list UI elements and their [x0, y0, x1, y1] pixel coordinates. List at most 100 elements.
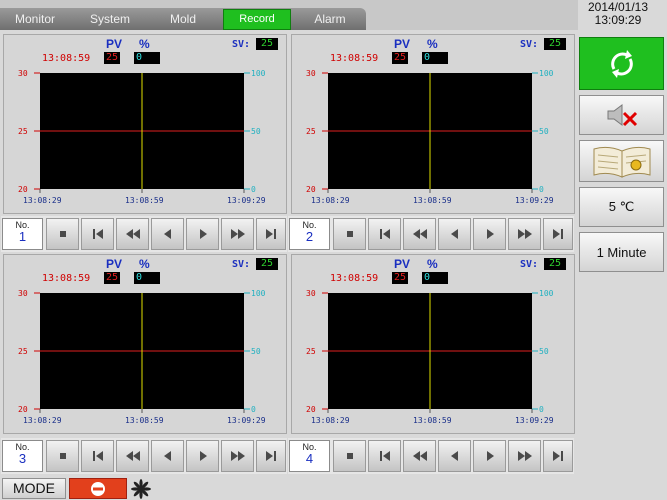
fast-forward-button[interactable]: [221, 218, 254, 250]
left-axis-label: 30: [306, 69, 316, 78]
play-button[interactable]: [186, 218, 219, 250]
fast-rewind-icon: [412, 451, 427, 461]
channel-number-value: 4: [305, 451, 314, 466]
stop-button[interactable]: [46, 218, 79, 250]
skip-start-button[interactable]: [368, 440, 401, 472]
x-axis-label: 13:09:29: [227, 416, 266, 425]
fast-forward-button[interactable]: [221, 440, 254, 472]
mute-button[interactable]: [579, 95, 664, 135]
step-back-button[interactable]: [151, 440, 184, 472]
channel-number-box[interactable]: No. 3: [2, 440, 43, 472]
stop-button[interactable]: [46, 440, 79, 472]
skip-end-icon: [266, 229, 276, 239]
skip-start-button[interactable]: [368, 218, 401, 250]
sv-label: SV:: [232, 259, 251, 270]
cursor-time: 13:08:59: [330, 53, 379, 64]
tab-system[interactable]: System: [80, 8, 140, 30]
play-icon: [199, 451, 207, 461]
record-book-button[interactable]: [579, 140, 664, 182]
pv-header: PV: [106, 257, 123, 271]
sv-value: 25: [256, 258, 278, 270]
pv-value: 25: [392, 52, 408, 64]
pv-header: PV: [394, 37, 411, 51]
x-axis-label: 13:08:59: [413, 416, 452, 425]
percent-header: %: [427, 37, 438, 51]
tab-monitor[interactable]: Monitor: [4, 8, 66, 30]
stop-button[interactable]: [69, 478, 127, 499]
fast-forward-button[interactable]: [508, 440, 541, 472]
left-axis-label: 30: [18, 69, 28, 78]
sv-value: 25: [256, 38, 278, 50]
skip-start-button[interactable]: [81, 218, 114, 250]
fan-icon: [131, 479, 151, 499]
stop-icon: [59, 453, 66, 459]
percent-header: %: [139, 37, 150, 51]
skip-end-button[interactable]: [543, 440, 573, 472]
pv-value: 25: [104, 272, 120, 284]
skip-start-icon: [92, 451, 103, 461]
temperature-scale-button[interactable]: 5 ℃: [579, 187, 664, 227]
right-axis-label: 100: [539, 69, 554, 78]
cursor-time: 13:08:59: [42, 53, 91, 64]
tab-record[interactable]: Record: [223, 9, 291, 30]
skip-end-icon: [266, 451, 276, 461]
percent-value: 0: [422, 272, 448, 284]
right-axis-label: 100: [539, 289, 554, 298]
channel-number-box[interactable]: No. 2: [289, 218, 330, 250]
trend-panel-3: 30 25 20 100 50 0 13:08:29 13:08:59 13:09:29 PV% S…: [3, 254, 287, 434]
left-axis-label: 20: [18, 405, 28, 414]
trend-panel-2: 30 25 20 100 50 0 13:08:29 13:08:59 13:09:29 PV% S…: [291, 34, 575, 214]
playback-bar-3: No. 3: [1, 438, 287, 474]
x-axis-label: 13:08:29: [311, 196, 350, 205]
step-back-icon: [163, 451, 171, 461]
play-button[interactable]: [186, 440, 219, 472]
pv-header: PV: [106, 37, 123, 51]
channel-number-value: 3: [18, 451, 27, 466]
x-axis-label: 13:08:59: [413, 196, 452, 205]
left-axis-label: 25: [18, 127, 28, 136]
left-axis-label: 25: [306, 127, 316, 136]
tab-mold[interactable]: Mold: [154, 8, 212, 30]
speaker-mute-icon: [607, 104, 637, 127]
trend-panel-1: 30 25 20 100 50 0 13:08:29 13:08:59 13:09:29 PV% S…: [3, 34, 287, 214]
tab-alarm[interactable]: Alarm: [300, 8, 360, 30]
skip-start-icon: [379, 451, 390, 461]
skip-end-button[interactable]: [543, 218, 573, 250]
sv-value: 25: [544, 38, 566, 50]
fast-rewind-button[interactable]: [403, 218, 436, 250]
record-book-icon: [593, 146, 650, 178]
mode-button[interactable]: MODE: [2, 478, 66, 499]
cursor-time: 13:08:59: [330, 273, 379, 284]
right-axis-label: 50: [251, 127, 261, 136]
skip-end-button[interactable]: [256, 218, 286, 250]
skip-start-button[interactable]: [81, 440, 114, 472]
right-axis-label: 0: [539, 185, 544, 194]
temperature-scale-label: 5 ℃: [608, 199, 635, 214]
fast-rewind-button[interactable]: [116, 440, 149, 472]
left-axis-label: 30: [18, 289, 28, 298]
play-button[interactable]: [473, 218, 506, 250]
time-scale-button[interactable]: 1 Minute: [579, 232, 664, 272]
channel-number-value: 1: [18, 229, 27, 244]
stop-button[interactable]: [333, 218, 366, 250]
channel-number-box[interactable]: No. 1: [2, 218, 43, 250]
percent-value: 0: [134, 272, 160, 284]
refresh-button[interactable]: [579, 37, 664, 90]
pv-value: 25: [392, 272, 408, 284]
step-back-button[interactable]: [151, 218, 184, 250]
fast-rewind-button[interactable]: [403, 440, 436, 472]
skip-start-icon: [92, 229, 103, 239]
skip-start-icon: [379, 229, 390, 239]
step-back-button[interactable]: [438, 440, 471, 472]
play-button[interactable]: [473, 440, 506, 472]
fast-forward-button[interactable]: [508, 218, 541, 250]
left-axis-label: 25: [306, 347, 316, 356]
channel-number-box[interactable]: No. 4: [289, 440, 330, 472]
stop-button[interactable]: [333, 440, 366, 472]
channel-number-value: 2: [305, 229, 314, 244]
skip-end-button[interactable]: [256, 440, 286, 472]
sv-label: SV:: [232, 39, 251, 50]
step-back-button[interactable]: [438, 218, 471, 250]
right-axis-label: 100: [251, 289, 266, 298]
fast-rewind-button[interactable]: [116, 218, 149, 250]
